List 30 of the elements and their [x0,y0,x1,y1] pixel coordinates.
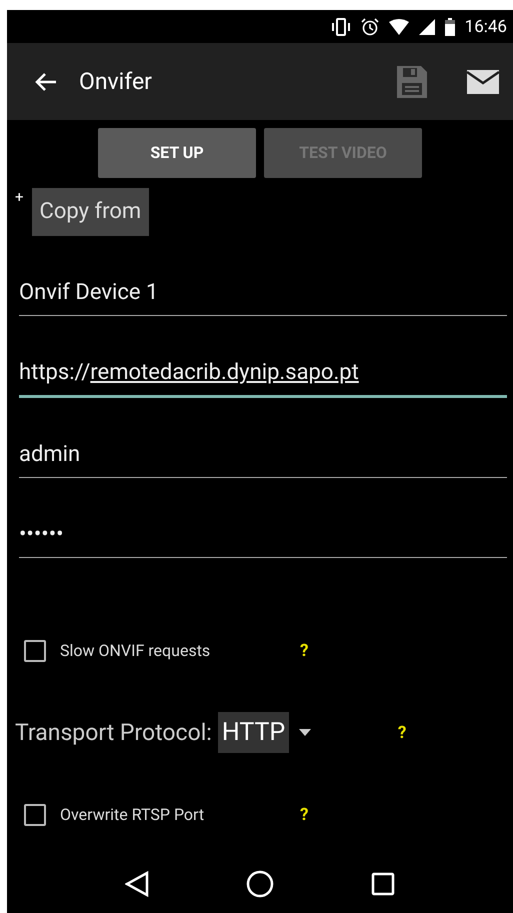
input-field[interactable]: Onvif Device 1 [19,280,507,316]
help-link[interactable]: ? [398,722,406,743]
input-field[interactable]: •••••• [19,522,507,558]
checkbox-label: Overwrite RTSP Port [60,805,206,824]
signal-icon [418,18,435,35]
back-icon[interactable] [125,871,150,898]
mail-icon[interactable] [467,70,499,94]
copy-from-button[interactable]: Copy from [32,188,150,236]
field-label: Transport Protocol: [15,719,212,746]
battery-icon [444,18,455,36]
help-link[interactable]: ? [300,640,308,661]
vibrate-icon [330,18,351,36]
wifi-icon [388,18,409,35]
alarm-icon [360,18,379,36]
checkbox[interactable] [24,804,46,826]
input-field[interactable]: admin [19,442,507,478]
status-time: 16:46 [464,16,507,37]
input-field[interactable]: https://remotedacrib.dynip.sapo.pt [19,360,507,398]
protocol-dropdown[interactable]: HTTP [218,712,290,754]
help-link[interactable]: ? [300,804,308,825]
save-icon[interactable] [397,66,427,98]
back-arrow-icon[interactable] [35,72,57,92]
recents-icon[interactable] [370,872,395,896]
checkbox[interactable] [24,640,46,662]
home-icon[interactable] [246,870,274,898]
app-title: Onvifer [79,68,153,96]
checkbox-label: Slow ONVIF requests [60,641,212,660]
action-button[interactable]: SET UP [98,128,256,178]
plus-sign: + [15,188,24,206]
dropdown-caret-icon[interactable] [299,729,312,736]
